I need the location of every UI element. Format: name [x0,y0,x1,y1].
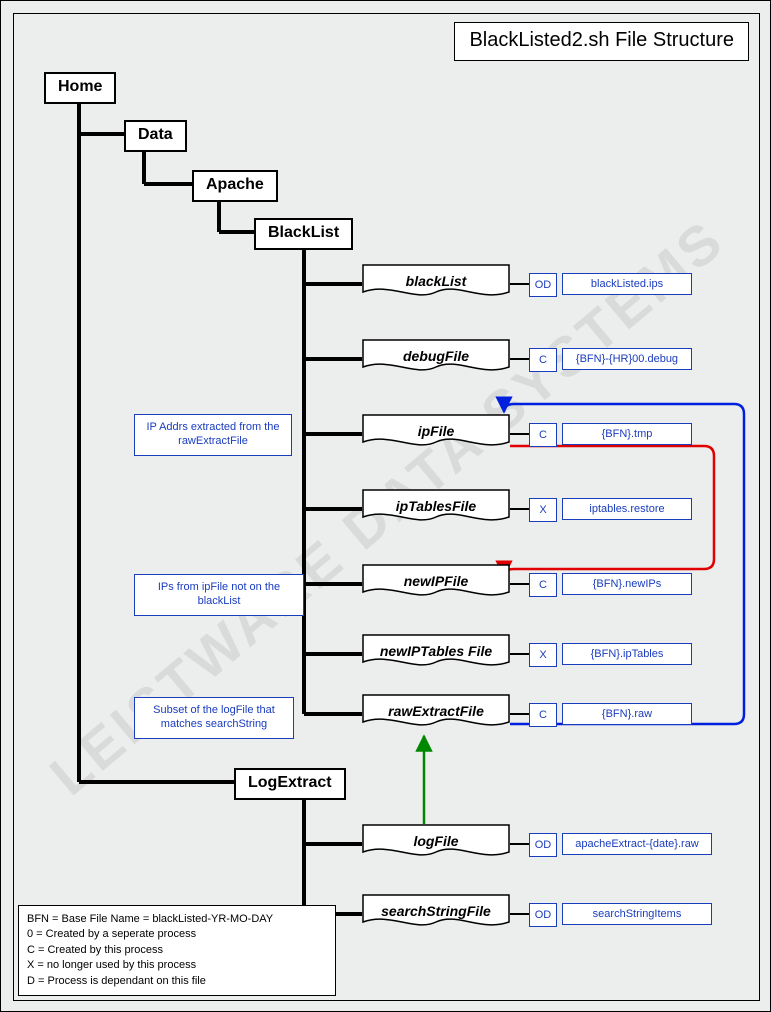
note-ipFile: IP Addrs extracted from the rawExtractFi… [134,414,292,456]
file-blackList: blackList [362,264,510,304]
folder-blacklist: BlackList [254,218,353,250]
fname-logFile: apacheExtract-{date}.raw [562,833,712,855]
code-searchStringFile: OD [529,903,557,927]
code-newIPTablesFile: X [529,643,557,667]
file-label: logFile [362,824,510,858]
file-label: ipFile [362,414,510,448]
file-label: blackList [362,264,510,298]
file-label: newIPFile [362,564,510,598]
file-label: debugFile [362,339,510,373]
file-searchStringFile: searchStringFile [362,894,510,934]
folder-apache: Apache [192,170,278,202]
fname-newIPFile: {BFN}.newIPs [562,573,692,595]
code-debugFile: C [529,348,557,372]
folder-data: Data [124,120,187,152]
file-debugFile: debugFile [362,339,510,379]
file-label: ipTablesFile [362,489,510,523]
fname-rawExtractFile: {BFN}.raw [562,703,692,725]
note-newIPFile: IPs from ipFile not on the blackList [134,574,304,616]
fname-newIPTablesFile: {BFN}.ipTables [562,643,692,665]
legend: BFN = Base File Name = blackListed-YR-MO… [18,905,336,996]
code-logFile: OD [529,833,557,857]
file-logFile: logFile [362,824,510,864]
legend-x: X = no longer used by this process [27,958,327,973]
file-label: rawExtractFile [362,694,510,728]
code-newIPFile: C [529,573,557,597]
fname-blackList: blackListed.ips [562,273,692,295]
file-newIPFile: newIPFile [362,564,510,604]
page: LEISTWARE DATA SYSTEMS [0,0,771,1012]
legend-d: D = Process is dependant on this file [27,974,327,989]
file-ipFile: ipFile [362,414,510,454]
code-rawExtractFile: C [529,703,557,727]
file-ipTablesFile: ipTablesFile [362,489,510,529]
folder-home: Home [44,72,116,104]
file-label: searchStringFile [362,894,510,928]
diagram-frame: LEISTWARE DATA SYSTEMS [13,13,760,1001]
fname-ipTablesFile: iptables.restore [562,498,692,520]
code-ipFile: C [529,423,557,447]
fname-ipFile: {BFN}.tmp [562,423,692,445]
legend-bfn: BFN = Base File Name = blackListed-YR-MO… [27,912,327,927]
code-blackList: OD [529,273,557,297]
file-label: newIPTables File [362,634,510,668]
file-newIPTablesFile: newIPTables File [362,634,510,674]
note-rawExtractFile: Subset of the logFile that matches searc… [134,697,294,739]
legend-c: C = Created by this process [27,943,327,958]
folder-logextract: LogExtract [234,768,346,800]
file-rawExtractFile: rawExtractFile [362,694,510,734]
fname-debugFile: {BFN}-{HR}00.debug [562,348,692,370]
code-ipTablesFile: X [529,498,557,522]
legend-o: 0 = Created by a seperate process [27,927,327,942]
fname-searchStringFile: searchStringItems [562,903,712,925]
diagram-title: BlackListed2.sh File Structure [454,22,749,61]
